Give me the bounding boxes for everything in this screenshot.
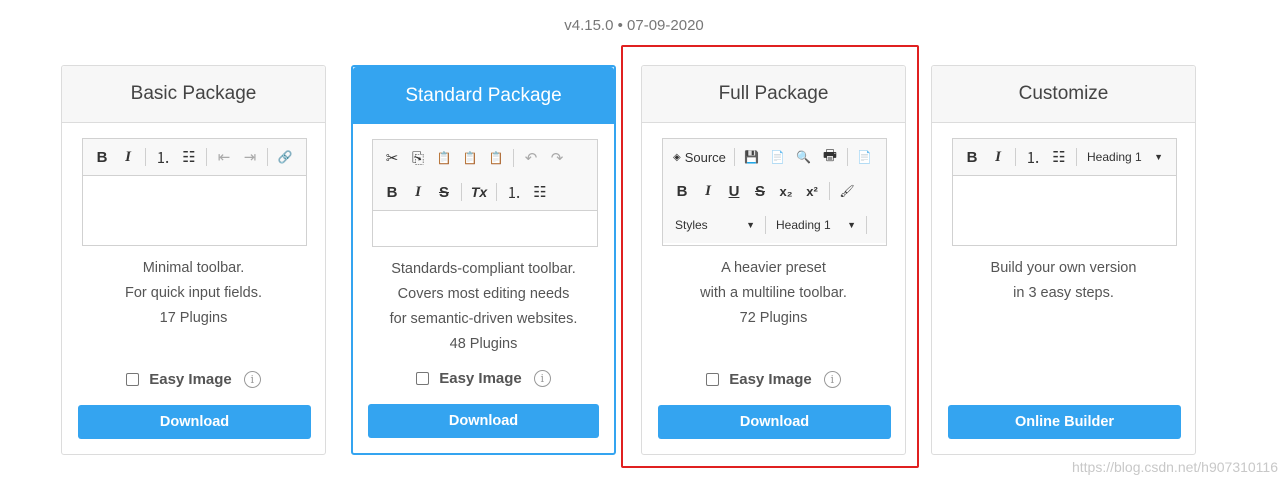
paste-text-icon[interactable]: 📋	[457, 145, 483, 171]
standard-package-card: Standard Package ✂ ⎘ 📋 📋 📋 ↶ ↷ B I S Tx …	[351, 65, 616, 455]
easy-image-label: Easy Image	[149, 371, 232, 388]
easy-image-option: Easy Image i	[62, 371, 325, 388]
info-icon[interactable]: i	[533, 370, 551, 387]
italic-icon[interactable]: I	[115, 144, 141, 170]
card-title: Customize	[932, 66, 1195, 123]
strike-icon[interactable]: S	[431, 179, 457, 205]
bold-icon[interactable]: B	[89, 144, 115, 170]
card-description: Standards-compliant toolbar. Covers most…	[389, 261, 578, 352]
paste-icon[interactable]: 📋	[431, 145, 457, 171]
bulleted-list-icon[interactable]: ☷	[1046, 144, 1072, 170]
indent-icon[interactable]: ⇥	[237, 144, 263, 170]
undo-icon[interactable]: ↶	[518, 145, 544, 171]
outdent-icon[interactable]: ⇤	[211, 144, 237, 170]
format-dropdown[interactable]: Heading 1 ▼	[1081, 145, 1169, 169]
redo-icon[interactable]: ↷	[544, 145, 570, 171]
card-description: Minimal toolbar. For quick input fields.…	[124, 260, 262, 326]
card-title: Basic Package	[62, 66, 325, 123]
link-icon[interactable]: 🔗	[272, 144, 298, 170]
highlight-box	[621, 45, 919, 468]
italic-icon[interactable]: I	[405, 179, 431, 205]
editor-preview: ✂ ⎘ 📋 📋 📋 ↶ ↷ B I S Tx ⒈ ☷	[372, 139, 598, 247]
numbered-list-icon[interactable]: ⒈	[501, 179, 527, 205]
basic-package-card: Basic Package B I ⒈ ☷ ⇤ ⇥ 🔗 Minimal tool…	[61, 65, 326, 455]
bulleted-list-icon[interactable]: ☷	[176, 144, 202, 170]
paste-word-icon[interactable]: 📋	[483, 145, 509, 171]
online-builder-button[interactable]: Online Builder	[948, 405, 1181, 439]
editor-toolbar: B I ⒈ ☷ ⇤ ⇥ 🔗	[83, 139, 306, 176]
easy-image-option: Easy Image i	[353, 370, 614, 387]
bulleted-list-icon[interactable]: ☷	[527, 179, 553, 205]
bold-icon[interactable]: B	[379, 179, 405, 205]
card-description: Build your own version in 3 easy steps.	[990, 260, 1137, 301]
editor-preview: B I ⒈ ☷ ⇤ ⇥ 🔗	[82, 138, 307, 246]
easy-image-label: Easy Image	[439, 370, 522, 387]
cut-icon[interactable]: ✂	[379, 145, 405, 171]
easy-image-checkbox[interactable]	[416, 372, 430, 385]
editor-preview: B I ⒈ ☷ Heading 1 ▼	[952, 138, 1177, 246]
copy-icon[interactable]: ⎘	[405, 145, 431, 171]
numbered-list-icon[interactable]: ⒈	[150, 144, 176, 170]
watermark: https://blog.csdn.net/h907310116	[1071, 459, 1278, 475]
editor-toolbar: ✂ ⎘ 📋 📋 📋 ↶ ↷ B I S Tx ⒈ ☷	[373, 140, 597, 211]
italic-icon[interactable]: I	[985, 144, 1011, 170]
easy-image-checkbox[interactable]	[126, 373, 140, 386]
remove-format-icon[interactable]: Tx	[466, 179, 492, 205]
customize-card: Customize B I ⒈ ☷ Heading 1 ▼ Build your …	[931, 65, 1196, 455]
card-title: Standard Package	[353, 67, 614, 124]
download-button[interactable]: Download	[78, 405, 311, 439]
editor-toolbar: B I ⒈ ☷ Heading 1 ▼	[953, 139, 1176, 176]
numbered-list-icon[interactable]: ⒈	[1020, 144, 1046, 170]
info-icon[interactable]: i	[243, 371, 261, 388]
bold-icon[interactable]: B	[959, 144, 985, 170]
version-label: v4.15.0 • 07-09-2020	[564, 17, 704, 34]
download-button[interactable]: Download	[368, 404, 599, 438]
